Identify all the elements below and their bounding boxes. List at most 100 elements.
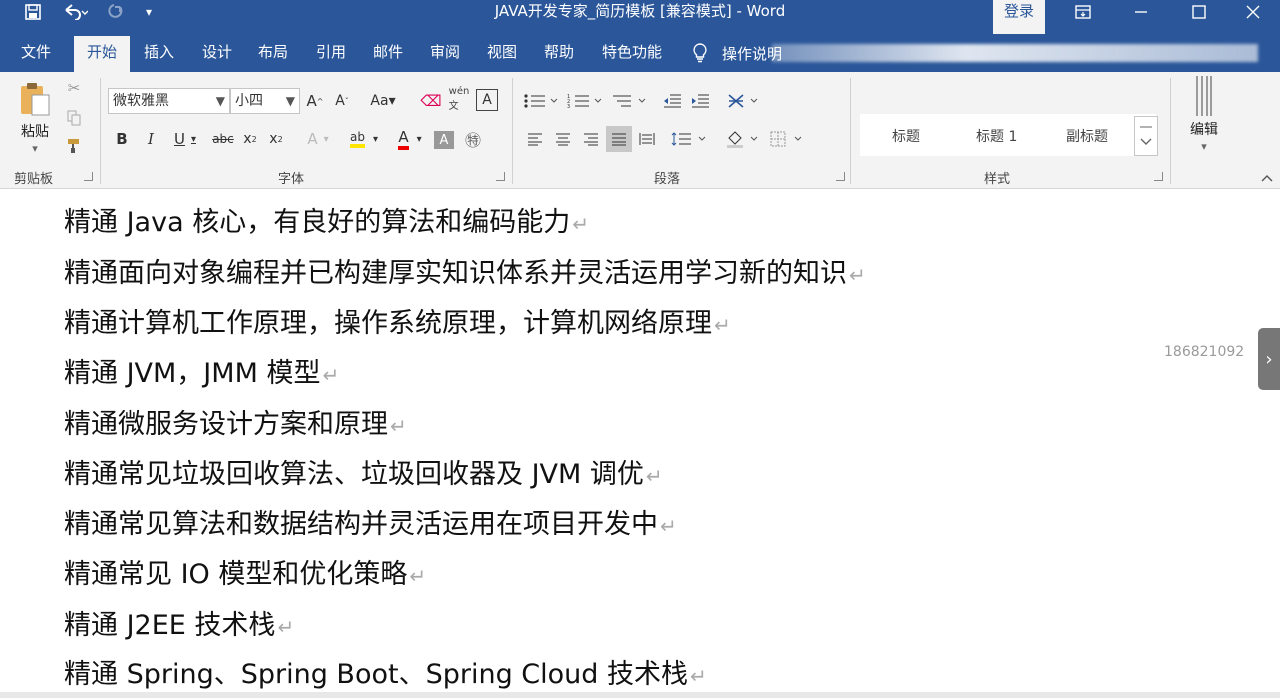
decrease-indent-icon[interactable] xyxy=(660,90,684,112)
numbering-icon[interactable]: 123 xyxy=(566,90,606,112)
styles-more-icon[interactable] xyxy=(1134,116,1158,156)
tab-design[interactable]: 设计 xyxy=(192,34,242,72)
bold-icon[interactable]: B xyxy=(112,128,132,150)
font-launcher-icon[interactable] xyxy=(496,172,505,181)
paragraph-mark: ↵ xyxy=(660,514,677,538)
title-bar: ▾ JAVA开发专家_简历模板 [兼容模式] - Word 登录 xyxy=(0,0,1280,48)
align-right-icon[interactable] xyxy=(580,128,602,150)
font-size-value: 小四 xyxy=(235,93,263,109)
document-line[interactable]: 精通常见垃圾回收算法、垃圾回收器及 JVM 调优 ↵ xyxy=(64,458,663,493)
paragraph-mark: ↵ xyxy=(849,263,866,287)
side-panel-toggle[interactable]: › xyxy=(1258,328,1280,390)
format-painter-icon[interactable] xyxy=(64,136,84,156)
superscript-icon[interactable]: x2 xyxy=(266,128,286,150)
cut-icon[interactable]: ✂ xyxy=(64,78,84,98)
close-icon[interactable] xyxy=(1226,0,1280,24)
line-text: 精通 Java 核心，有良好的算法和编码能力 xyxy=(64,207,571,238)
line-text: 精通 J2EE 技术栈 xyxy=(64,610,276,641)
line-text: 精通常见垃圾回收算法、垃圾回收器及 JVM 调优 xyxy=(64,459,644,490)
borders-icon[interactable] xyxy=(768,128,808,150)
ribbon-display-icon[interactable] xyxy=(1054,0,1112,24)
document-line[interactable]: 精通 JVM，JMM 模型 ↵ xyxy=(64,357,339,392)
document-line[interactable]: 精通常见算法和数据结构并灵活运用在项目开发中 ↵ xyxy=(64,508,677,543)
align-center-icon[interactable] xyxy=(552,128,574,150)
font-size-combo[interactable]: 小四 ▼ xyxy=(230,88,300,114)
copy-icon[interactable] xyxy=(64,108,84,128)
minimize-icon[interactable] xyxy=(1112,0,1170,24)
style-heading-1[interactable]: 标题 1 xyxy=(976,126,1017,146)
tab-help[interactable]: 帮助 xyxy=(534,34,584,72)
shrink-font-icon[interactable]: Aˇ xyxy=(332,90,352,112)
clear-formatting-icon[interactable]: ⌫ xyxy=(420,90,442,112)
tab-insert[interactable]: 插入 xyxy=(134,34,184,72)
align-left-icon[interactable] xyxy=(524,128,546,150)
document-line[interactable]: 精通 Java 核心，有良好的算法和编码能力 ↵ xyxy=(64,206,589,241)
bullets-icon[interactable] xyxy=(522,90,562,112)
underline-icon[interactable]: U ▾ xyxy=(168,128,202,150)
text-effects-icon[interactable]: A ▾ xyxy=(300,128,336,150)
tab-references[interactable]: 引用 xyxy=(306,34,356,72)
paste-label[interactable]: 粘贴 xyxy=(16,122,54,140)
style-heading[interactable]: 标题 xyxy=(892,126,920,146)
tab-home[interactable]: 开始 xyxy=(74,36,130,72)
paste-dropdown-icon[interactable]: ▾ xyxy=(28,142,42,155)
character-border-icon[interactable]: A xyxy=(476,89,498,111)
maximize-icon[interactable] xyxy=(1170,0,1228,24)
chevron-right-icon: › xyxy=(1265,348,1273,370)
font-group-label: 字体 xyxy=(278,172,305,187)
document-line[interactable]: 精通微服务设计方案和原理 ↵ xyxy=(64,408,407,443)
document-line[interactable]: 精通 J2EE 技术栈 ↵ xyxy=(64,609,294,644)
separator xyxy=(850,78,851,184)
tell-me-search[interactable]: 操作说明 xyxy=(692,34,782,72)
editing-label[interactable]: 编辑 xyxy=(1182,120,1226,138)
separator xyxy=(512,78,513,184)
increase-indent-icon[interactable] xyxy=(688,90,712,112)
collapse-ribbon-icon[interactable] xyxy=(1258,170,1276,186)
line-spacing-icon[interactable] xyxy=(670,128,710,150)
line-text: 精通计算机工作原理，操作系统原理，计算机网络原理 xyxy=(64,308,712,339)
strikethrough-icon[interactable]: abc xyxy=(210,128,236,150)
style-subtitle[interactable]: 副标题 xyxy=(1066,126,1108,146)
multilevel-list-icon[interactable] xyxy=(610,90,650,112)
separator xyxy=(100,78,101,184)
document-line[interactable]: 精通 Spring、Spring Boot、Spring Cloud 技术栈 ↵ xyxy=(64,658,707,693)
grow-font-icon[interactable]: A ^ xyxy=(305,90,325,112)
document-line[interactable]: 精通面向对象编程并已构建厚实知识体系并灵活运用学习新的知识 ↵ xyxy=(64,257,866,292)
paragraph-mark: ↵ xyxy=(714,313,731,337)
ribbon-home: 粘贴 ▾ ✂ 剪贴板 微软雅黑 ▼ 小四 ▼ A ^ Aˇ Aa▾ ⌫ wén 文 … xyxy=(0,72,1280,189)
justify-icon[interactable] xyxy=(606,126,632,152)
font-name-combo[interactable]: 微软雅黑 ▼ xyxy=(108,88,230,114)
chinese-layout-icon[interactable] xyxy=(726,90,762,112)
styles-launcher-icon[interactable] xyxy=(1154,172,1163,181)
font-color-icon[interactable]: A ▾ xyxy=(390,128,430,150)
tab-view[interactable]: 视图 xyxy=(477,34,527,72)
tab-file[interactable]: 文件 xyxy=(10,34,62,72)
tab-mailings[interactable]: 邮件 xyxy=(363,34,413,72)
document-line[interactable]: 精通计算机工作原理，操作系统原理，计算机网络原理 ↵ xyxy=(64,307,731,342)
tab-layout[interactable]: 布局 xyxy=(248,34,298,72)
highlight-color-icon[interactable]: ab ▾ xyxy=(344,128,384,150)
enclose-characters-icon[interactable]: ㊕ xyxy=(462,128,484,150)
svg-text:3: 3 xyxy=(567,104,570,109)
shading-icon[interactable] xyxy=(724,128,764,150)
change-case-icon[interactable]: Aa▾ xyxy=(366,90,400,112)
clipboard-launcher-icon[interactable] xyxy=(84,172,93,181)
document-line[interactable]: 精通常见 IO 模型和优化策略 ↵ xyxy=(64,558,426,593)
find-icon[interactable] xyxy=(1186,74,1222,118)
paragraph-mark: ↵ xyxy=(277,615,295,639)
tab-special-features[interactable]: 特色功能 xyxy=(594,34,670,72)
paste-icon[interactable] xyxy=(16,80,54,118)
italic-icon[interactable]: I xyxy=(141,128,161,150)
paragraph-group-label: 段落 xyxy=(654,172,681,187)
distributed-icon[interactable] xyxy=(636,128,658,150)
character-shading-icon[interactable]: A xyxy=(434,131,454,149)
phonetic-guide-icon[interactable]: wén 文 xyxy=(448,86,470,112)
paragraph-mark: ↵ xyxy=(322,363,340,387)
clipboard-group-label: 剪贴板 xyxy=(14,172,54,187)
subscript-icon[interactable]: x2 xyxy=(240,128,260,150)
editing-dropdown-icon[interactable]: ▾ xyxy=(1196,140,1212,153)
paragraph-launcher-icon[interactable] xyxy=(836,172,845,181)
styles-gallery: 标题 标题 1 副标题 xyxy=(860,114,1156,156)
document-canvas[interactable]: 精通 Java 核心，有良好的算法和编码能力 ↵ 精通面向对象编程并已构建厚实知识… xyxy=(0,190,1280,698)
tab-review[interactable]: 审阅 xyxy=(420,34,470,72)
